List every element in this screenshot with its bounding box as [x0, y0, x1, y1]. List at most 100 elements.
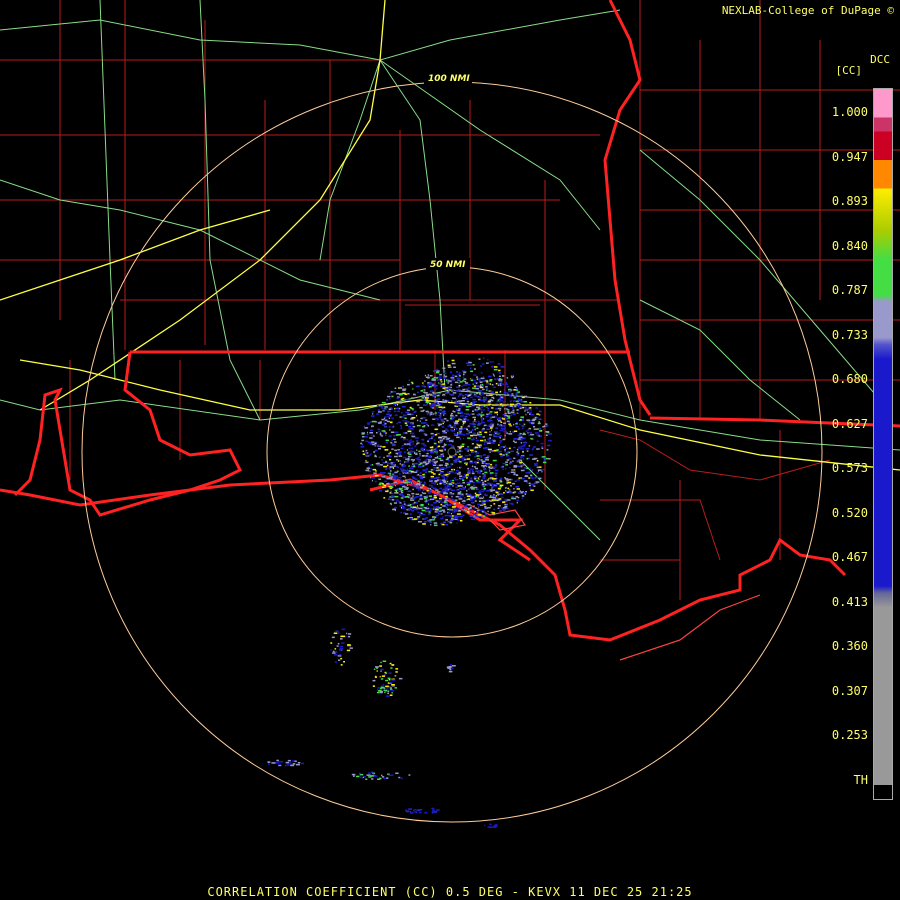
echo-pixel	[502, 462, 507, 465]
echo-pixel	[438, 455, 442, 457]
echo-pixel	[419, 430, 423, 433]
echo-pixel	[465, 406, 470, 408]
echo-pixel	[473, 477, 477, 480]
echo-pixel	[509, 400, 512, 402]
echo-pixel	[447, 490, 450, 492]
echo-pixel	[439, 377, 442, 380]
echo-pixel	[491, 391, 494, 393]
echo-pixel	[495, 475, 497, 477]
echo-pixel	[471, 451, 474, 454]
echo-pixel	[394, 492, 398, 494]
echo-pixel	[422, 461, 427, 463]
echo-pixel	[386, 483, 390, 485]
echo-pixel	[487, 510, 489, 513]
echo-pixel	[408, 440, 411, 442]
echo-pixel	[440, 450, 444, 452]
echo-pixel	[431, 497, 433, 500]
echo-pixel	[455, 495, 459, 498]
echo-pixel	[425, 510, 429, 512]
echo-pixel	[482, 475, 486, 478]
echo-pixel	[401, 464, 404, 466]
echo-pixel	[486, 389, 488, 391]
echo-pixel	[408, 379, 410, 381]
echo-pixel	[469, 392, 473, 395]
echo-pixel	[401, 491, 404, 494]
echo-pixel	[524, 406, 527, 409]
echo-pixel	[516, 460, 520, 462]
echo-pixel	[419, 420, 421, 422]
echo-pixel	[411, 484, 415, 486]
echo-pixel	[417, 404, 420, 406]
echo-pixel	[423, 386, 427, 388]
echo-pixel	[503, 507, 507, 509]
echo-pixel	[506, 415, 511, 417]
echo-pixel	[434, 412, 437, 414]
echo-pixel	[513, 423, 515, 426]
echo-pixel	[477, 424, 481, 426]
echo-pixel	[515, 392, 517, 394]
echo-pixel	[481, 465, 484, 467]
echo-pixel	[532, 458, 536, 460]
echo-pixel	[420, 496, 423, 498]
echo-pixel	[459, 428, 463, 430]
echo-pixel	[519, 407, 522, 410]
echo-pixel	[475, 495, 477, 497]
echo-pixel	[446, 360, 450, 362]
echo-pixel	[438, 494, 440, 496]
echo-pixel	[442, 385, 446, 387]
color-scale-tick: TH	[853, 772, 868, 787]
echo-pixel	[438, 409, 440, 411]
echo-pixel	[365, 461, 366, 463]
echo-pixel	[530, 476, 533, 478]
echo-pixel	[436, 407, 438, 409]
echo-pixel	[375, 463, 380, 465]
echo-pixel	[448, 472, 451, 475]
echo-pixel	[381, 424, 386, 426]
echo-pixel	[441, 435, 446, 438]
echo-pixel	[505, 491, 507, 494]
echo-pixel	[484, 483, 486, 485]
echo-pixel	[432, 407, 434, 409]
echo-pixel	[474, 511, 476, 513]
echo-pixel	[334, 661, 337, 663]
echo-pixel	[414, 811, 417, 813]
echo-pixel	[422, 449, 426, 452]
echo-pixel	[489, 467, 493, 469]
echo-pixel	[447, 387, 451, 389]
color-scale-tick: 0.413	[831, 594, 868, 609]
echo-pixel	[476, 378, 478, 380]
echo-pixel	[502, 400, 506, 403]
range-ring-label-50: 50 NMI	[430, 260, 466, 270]
echo-pixel	[531, 469, 534, 471]
echo-pixel	[530, 483, 535, 486]
echo-pixel	[394, 431, 399, 433]
echo-pixel	[486, 490, 491, 492]
echo-pixel	[427, 374, 430, 376]
echo-pixel	[427, 385, 429, 388]
echo-pixel	[479, 396, 482, 399]
echo-pixel	[393, 465, 396, 467]
echo-pixel	[505, 383, 508, 385]
echo-pixel	[397, 449, 400, 451]
echo-pixel	[407, 458, 410, 460]
echo-pixel	[477, 408, 480, 410]
echo-pixel	[377, 409, 380, 411]
echo-pixel	[411, 482, 413, 484]
echo-pixel	[399, 502, 402, 504]
echo-pixel	[417, 456, 421, 459]
echo-pixel	[428, 479, 432, 481]
echo-pixel	[463, 378, 467, 380]
echo-pixel	[485, 386, 488, 388]
echo-pixel	[506, 432, 508, 434]
echo-pixel	[390, 463, 395, 466]
echo-pixel	[453, 366, 456, 368]
echo-pixel	[442, 477, 445, 479]
echo-pixel	[537, 422, 541, 425]
echo-pixel	[472, 364, 475, 366]
echo-pixel	[507, 409, 510, 411]
echo-pixel	[481, 421, 486, 424]
echo-pixel	[412, 506, 417, 508]
echo-pixel	[414, 485, 416, 488]
echo-pixel	[396, 392, 400, 395]
echo-pixel	[382, 660, 387, 662]
